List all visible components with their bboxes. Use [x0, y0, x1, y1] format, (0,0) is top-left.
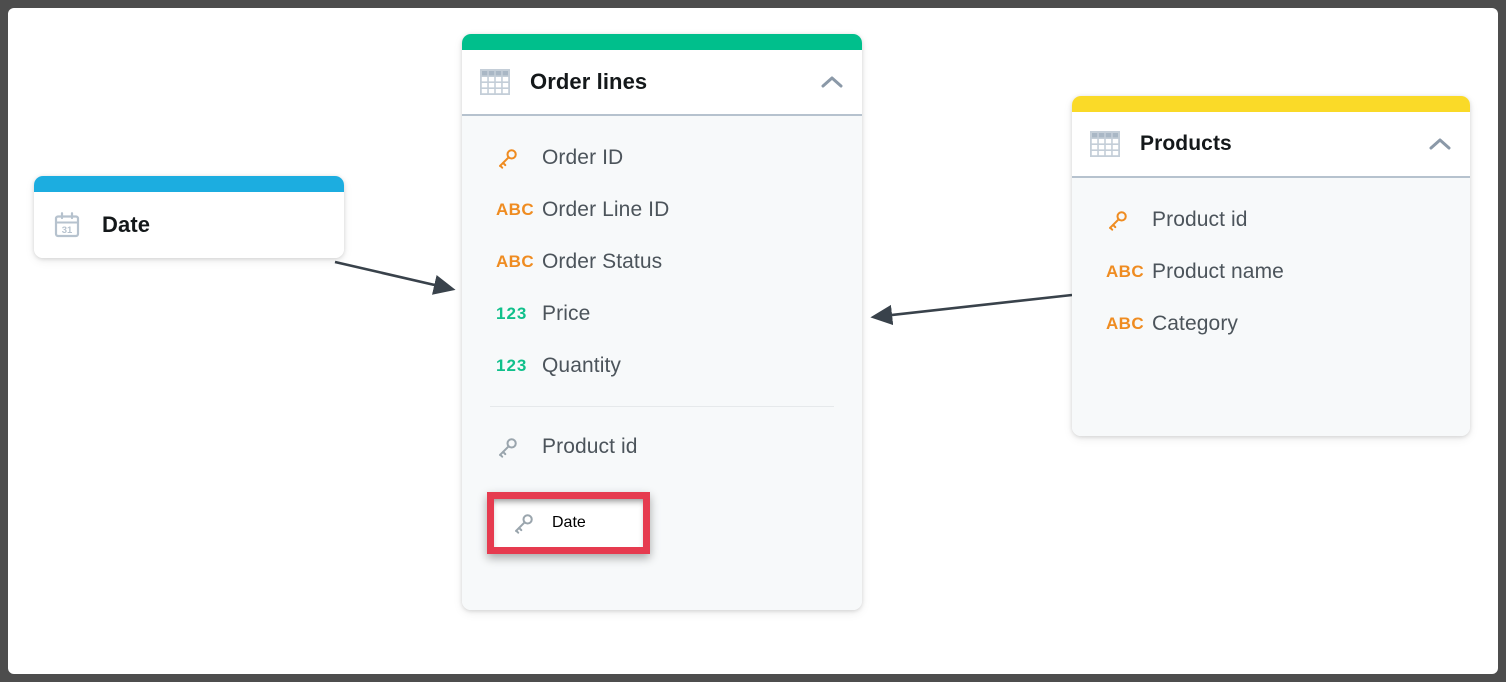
abc-icon: ABC — [1106, 262, 1145, 282]
card-accent-bar-products — [1072, 96, 1470, 112]
card-header-products[interactable]: Products — [1072, 112, 1470, 178]
table-card-date[interactable]: 31 Date — [34, 176, 344, 258]
card-title-products: Products — [1140, 132, 1232, 155]
123-icon: 123 — [496, 356, 532, 376]
connector-products-to-order-lines — [870, 293, 1073, 326]
field-row-category[interactable]: ABC Category — [1072, 298, 1470, 350]
abc-glyph: ABC — [496, 200, 535, 219]
card-accent-bar-date — [34, 176, 344, 192]
num-glyph: 123 — [496, 304, 528, 323]
field-row-product-id-fk[interactable]: Product id — [462, 421, 862, 473]
abc-glyph: ABC — [1106, 262, 1145, 281]
highlight-annotation-date-field[interactable]: Date — [487, 492, 650, 554]
field-row-order-status[interactable]: ABC Order Status — [462, 236, 862, 288]
card-title-order-lines: Order lines — [530, 69, 648, 94]
field-row-price[interactable]: 123 Price — [462, 288, 862, 340]
key-icon-foreign — [496, 436, 532, 459]
key-icon-foreign — [512, 512, 542, 535]
field-row-quantity[interactable]: 123 Quantity — [462, 340, 862, 392]
field-label: Date — [552, 514, 586, 531]
card-title-date: Date — [102, 212, 151, 237]
field-row-product-name[interactable]: ABC Product name — [1072, 246, 1470, 298]
field-label: Product name — [1152, 260, 1284, 283]
chevron-up-icon[interactable] — [1428, 136, 1452, 152]
field-label: Quantity — [542, 354, 622, 377]
field-row-date-fk[interactable]: Date — [494, 499, 643, 547]
calendar-icon: 31 — [52, 210, 82, 240]
card-header-order-lines[interactable]: Order lines — [462, 50, 862, 116]
field-label: Order ID — [542, 146, 624, 169]
table-card-products[interactable]: Products Product id ABC Product name ABC… — [1072, 96, 1470, 436]
field-label: Product id — [1152, 208, 1248, 231]
abc-glyph: ABC — [496, 252, 535, 271]
field-label: Order Line ID — [542, 198, 670, 221]
field-row-order-id[interactable]: Order ID — [462, 132, 862, 184]
key-icon-primary — [1106, 209, 1142, 232]
field-label: Order Status — [542, 250, 663, 273]
connector-date-to-order-lines — [334, 260, 456, 295]
card-accent-bar-order-lines — [462, 34, 862, 50]
num-glyph: 123 — [496, 356, 528, 375]
chevron-up-icon[interactable] — [820, 74, 844, 90]
abc-icon: ABC — [496, 200, 535, 220]
field-row-order-line-id[interactable]: ABC Order Line ID — [462, 184, 862, 236]
field-row-product-id[interactable]: Product id — [1072, 194, 1470, 246]
field-label: Product id — [542, 435, 638, 458]
svg-text:31: 31 — [62, 225, 73, 236]
card-header-date[interactable]: 31 Date — [34, 192, 344, 258]
field-label: Price — [542, 302, 591, 325]
abc-icon: ABC — [496, 252, 535, 272]
diagram-canvas: 31 Date Order lines Order ID ABC Order L… — [8, 8, 1498, 674]
abc-icon: ABC — [1106, 314, 1145, 334]
field-label: Category — [1152, 312, 1239, 335]
key-icon-primary — [496, 147, 532, 170]
abc-glyph: ABC — [1106, 314, 1145, 333]
table-icon — [1089, 130, 1121, 158]
table-icon — [479, 68, 511, 96]
123-icon: 123 — [496, 304, 532, 324]
card-body-products: Product id ABC Product name ABC Category — [1072, 178, 1470, 436]
field-group-divider — [490, 406, 834, 407]
